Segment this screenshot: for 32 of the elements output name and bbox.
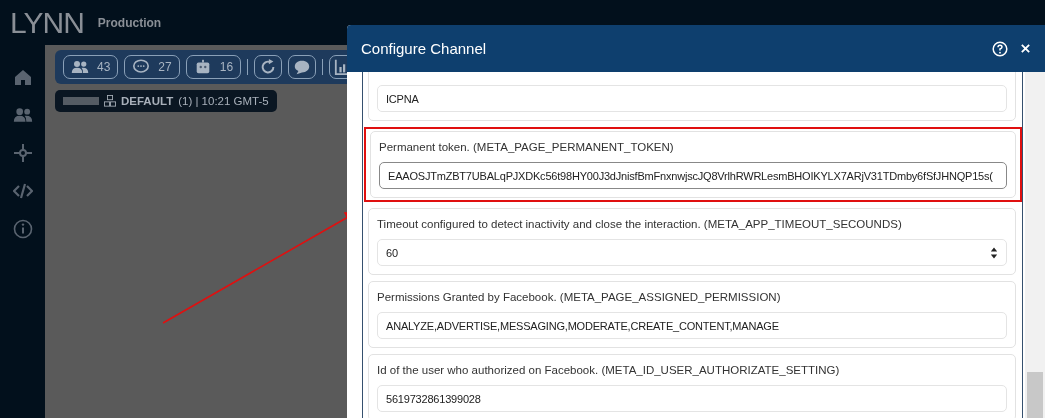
help-icon[interactable] bbox=[992, 40, 1008, 57]
field-label: Id of the user who authorized on Facebook. (META_ID_USER_AUTHORIZATE_SETTING) bbox=[377, 364, 841, 376]
home-icon[interactable] bbox=[12, 67, 33, 87]
input-field[interactable]: ICPNA bbox=[377, 85, 1007, 112]
channel-name: DEFAULT bbox=[121, 95, 174, 107]
input-field[interactable]: 5619732861399028 bbox=[377, 385, 1007, 412]
close-icon[interactable] bbox=[1020, 43, 1031, 54]
users-icon[interactable] bbox=[71, 58, 89, 76]
field-label: Permissions Granted by Facebook. (META_PAGE_ASSIGNED_PERMISSION) bbox=[377, 291, 782, 303]
input-field[interactable]: ANALYZE,ADVERTISE,MESSAGING,MODERATE,CREATE_CONTENT,MANAGE bbox=[377, 312, 1007, 339]
input-field[interactable]: EAAOSJTmZBT7UBALqPJXDKc56t98HY00J3dJnisfBmFnxnwjscJQ8VrlhRWRLesmBHOIKYLX7ARjV31TDmby6fSfJHNQP15s( bbox=[379, 162, 1007, 189]
info-icon[interactable] bbox=[12, 219, 33, 239]
spinner-icon[interactable] bbox=[990, 245, 998, 260]
counter-button[interactable]: 16 bbox=[185, 55, 242, 79]
field-label: Timeout configured to detect inactivity and close the interaction. (META_APP_TIMEOUT_SECOUNDS) bbox=[377, 218, 903, 230]
nodes-icon bbox=[104, 95, 116, 107]
channel-detail: (1) | 10:21 GMT-5 bbox=[178, 95, 269, 107]
chat-dots-icon bbox=[132, 58, 151, 76]
number-field[interactable]: 60 bbox=[377, 239, 1007, 266]
field-label: Permanent token. (META_PAGE_PERMANENT_TOKEN) bbox=[379, 141, 675, 153]
app-logo: LYNN bbox=[10, 5, 84, 40]
users-icon[interactable] bbox=[12, 105, 33, 125]
code-icon[interactable] bbox=[12, 181, 33, 201]
toolbar-button[interactable] bbox=[254, 55, 283, 79]
counter-button[interactable]: 43 bbox=[63, 55, 119, 79]
dialog-title: Configure Channel bbox=[361, 40, 488, 57]
speech-bubble-icon bbox=[293, 58, 312, 76]
counter-button[interactable]: 27 bbox=[124, 55, 180, 79]
blurred-placeholder bbox=[63, 97, 99, 105]
environment-label: Production bbox=[97, 15, 162, 30]
network-icon[interactable] bbox=[12, 143, 33, 163]
toolbar-button[interactable] bbox=[288, 55, 317, 79]
